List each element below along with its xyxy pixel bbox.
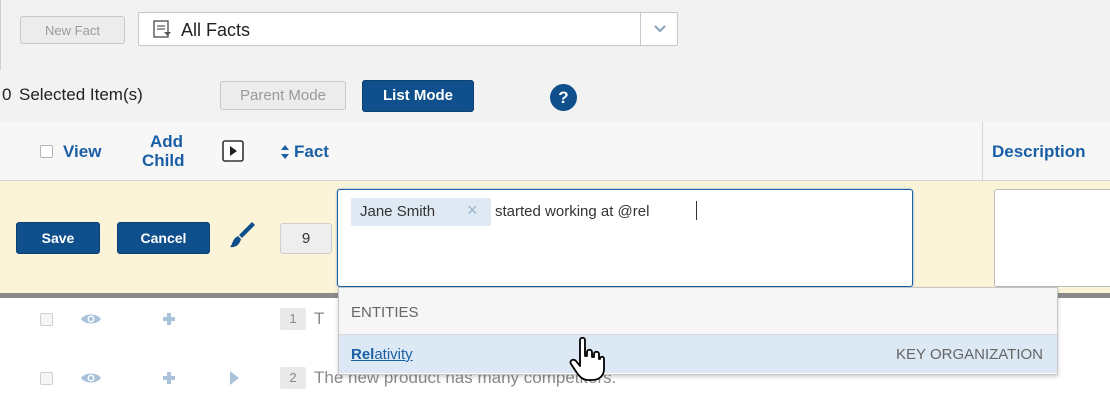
cancel-button[interactable]: Cancel: [117, 222, 210, 254]
help-icon[interactable]: ?: [550, 84, 577, 111]
row-checkbox[interactable]: [40, 372, 53, 385]
plus-icon[interactable]: [162, 312, 176, 326]
table-header: View Add Child Fact Description: [0, 122, 1110, 181]
typed-text: started working at @rel: [495, 203, 650, 220]
autocomplete-option-type: KEY ORGANIZATION: [896, 346, 1043, 363]
parent-mode-button[interactable]: Parent Mode: [220, 81, 346, 110]
autocomplete-option[interactable]: Relativity KEY ORGANIZATION: [339, 335, 1057, 373]
expand-play-icon[interactable]: [222, 140, 244, 162]
autocomplete-option-match: Rel: [351, 346, 375, 363]
chevron-down-icon[interactable]: [653, 24, 667, 34]
sort-icon[interactable]: [280, 144, 290, 160]
autocomplete-option-label: Relativity: [351, 346, 413, 363]
autocomplete-section-label: ENTITIES: [351, 304, 419, 321]
new-fact-button[interactable]: New Fact: [20, 16, 125, 44]
eye-icon[interactable]: [80, 371, 102, 385]
column-view[interactable]: View: [63, 142, 101, 162]
eye-icon[interactable]: [80, 312, 102, 326]
dropdown-list-icon: [153, 20, 171, 38]
hand-pointer-icon: [569, 336, 605, 381]
list-mode-button[interactable]: List Mode: [362, 80, 474, 112]
description-input[interactable]: [994, 189, 1110, 287]
select-all-checkbox[interactable]: [40, 145, 53, 158]
row-number: 1: [280, 308, 306, 330]
dropdown-divider: [640, 13, 641, 45]
column-add-child-line2[interactable]: Child: [142, 151, 185, 171]
plus-icon[interactable]: [162, 371, 176, 385]
entity-tag-label: Jane Smith: [360, 203, 436, 220]
remove-tag-icon[interactable]: ×: [467, 200, 478, 221]
text-cursor: [696, 201, 697, 220]
column-description[interactable]: Description: [992, 142, 1086, 162]
autocomplete-section-header: ENTITIES: [339, 288, 1057, 335]
column-fact[interactable]: Fact: [294, 142, 329, 162]
column-add-child-line1[interactable]: Add: [150, 132, 183, 152]
save-button[interactable]: Save: [16, 222, 100, 254]
view-select[interactable]: All Facts: [138, 12, 678, 46]
autocomplete-popup: ENTITIES Relativity KEY ORGANIZATION: [338, 287, 1058, 375]
edit-row-number: 9: [280, 223, 332, 254]
toolbar: New Fact All Facts: [0, 0, 1110, 70]
selected-items-label: Selected Item(s): [19, 85, 143, 104]
row-checkbox[interactable]: [40, 313, 53, 326]
view-select-value: All Facts: [181, 20, 251, 40]
row-text: T: [314, 309, 325, 328]
autocomplete-option-rest: ativity: [374, 346, 413, 363]
expand-arrow-icon[interactable]: [228, 370, 240, 386]
column-description-cell: Description: [982, 122, 1110, 180]
entity-tag: Jane Smith ×: [351, 198, 491, 226]
row-number: 2: [280, 367, 306, 389]
selected-count: 0: [2, 85, 12, 104]
paintbrush-icon[interactable]: [228, 220, 256, 250]
